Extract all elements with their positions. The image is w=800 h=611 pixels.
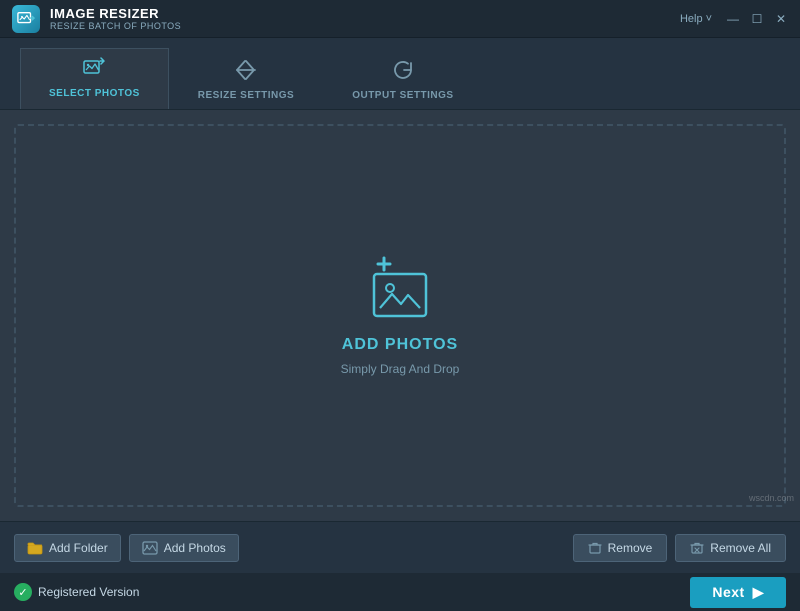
folder-icon: [27, 541, 43, 555]
add-photos-icon: [356, 256, 444, 328]
photo-icon: [142, 541, 158, 555]
add-photos-subtitle: Simply Drag And Drop: [341, 362, 460, 376]
tab-resize-settings-label: RESIZE SETTINGS: [198, 90, 294, 101]
next-arrow-icon: ▶: [753, 584, 764, 601]
title-text: IMAGE RESIZER RESIZE BATCH OF PHOTOS: [50, 6, 181, 31]
next-button[interactable]: Next ▶: [690, 577, 786, 608]
add-buttons: Add Folder Add Photos: [14, 534, 239, 562]
remove-button[interactable]: Remove: [573, 534, 668, 562]
maximize-button[interactable]: ☐: [750, 12, 764, 26]
check-icon: ✓: [14, 583, 32, 601]
tab-select-photos[interactable]: SELECT PHOTOS: [20, 48, 169, 109]
app-title: IMAGE RESIZER: [50, 6, 181, 21]
title-bar-right: Help ˅ — ☐ ✕: [680, 12, 788, 26]
remove-all-icon: [690, 541, 704, 555]
output-settings-icon: [392, 59, 414, 86]
tab-output-settings-label: OUTPUT SETTINGS: [352, 90, 453, 101]
bottom-bar: Add Folder Add Photos Remove Rem: [0, 521, 800, 573]
tab-output-settings[interactable]: OUTPUT SETTINGS: [323, 50, 482, 109]
remove-icon: [588, 541, 602, 555]
tab-resize-settings[interactable]: RESIZE SETTINGS: [169, 50, 323, 109]
watermark: wscdn.com: [749, 493, 794, 503]
app-icon: [12, 5, 40, 33]
remove-all-button[interactable]: Remove All: [675, 534, 786, 562]
close-button[interactable]: ✕: [774, 12, 788, 26]
add-photos-button[interactable]: Add Photos: [129, 534, 239, 562]
window-controls: — ☐ ✕: [726, 12, 788, 26]
minimize-button[interactable]: —: [726, 12, 740, 26]
add-photos-title: ADD PHOTOS: [342, 336, 458, 354]
resize-settings-icon: [235, 59, 257, 86]
registered-label: Registered Version: [38, 585, 139, 599]
drop-zone[interactable]: ADD PHOTOS Simply Drag And Drop: [14, 124, 786, 507]
registered-badge: ✓ Registered Version: [14, 583, 139, 601]
title-bar: IMAGE RESIZER RESIZE BATCH OF PHOTOS Hel…: [0, 0, 800, 38]
next-label: Next: [712, 584, 744, 600]
drop-zone-content: ADD PHOTOS Simply Drag And Drop: [341, 256, 460, 376]
app-subtitle: RESIZE BATCH OF PHOTOS: [50, 21, 181, 31]
help-button[interactable]: Help ˅: [680, 13, 712, 25]
tab-select-photos-label: SELECT PHOTOS: [49, 88, 140, 99]
add-folder-button[interactable]: Add Folder: [14, 534, 121, 562]
tabs-bar: SELECT PHOTOS RESIZE SETTINGS OUTPUT SET…: [0, 38, 800, 110]
select-photos-icon: [83, 57, 105, 84]
status-bar: ✓ Registered Version Next ▶: [0, 573, 800, 611]
title-bar-left: IMAGE RESIZER RESIZE BATCH OF PHOTOS: [12, 5, 181, 33]
remove-buttons: Remove Remove All: [573, 534, 786, 562]
